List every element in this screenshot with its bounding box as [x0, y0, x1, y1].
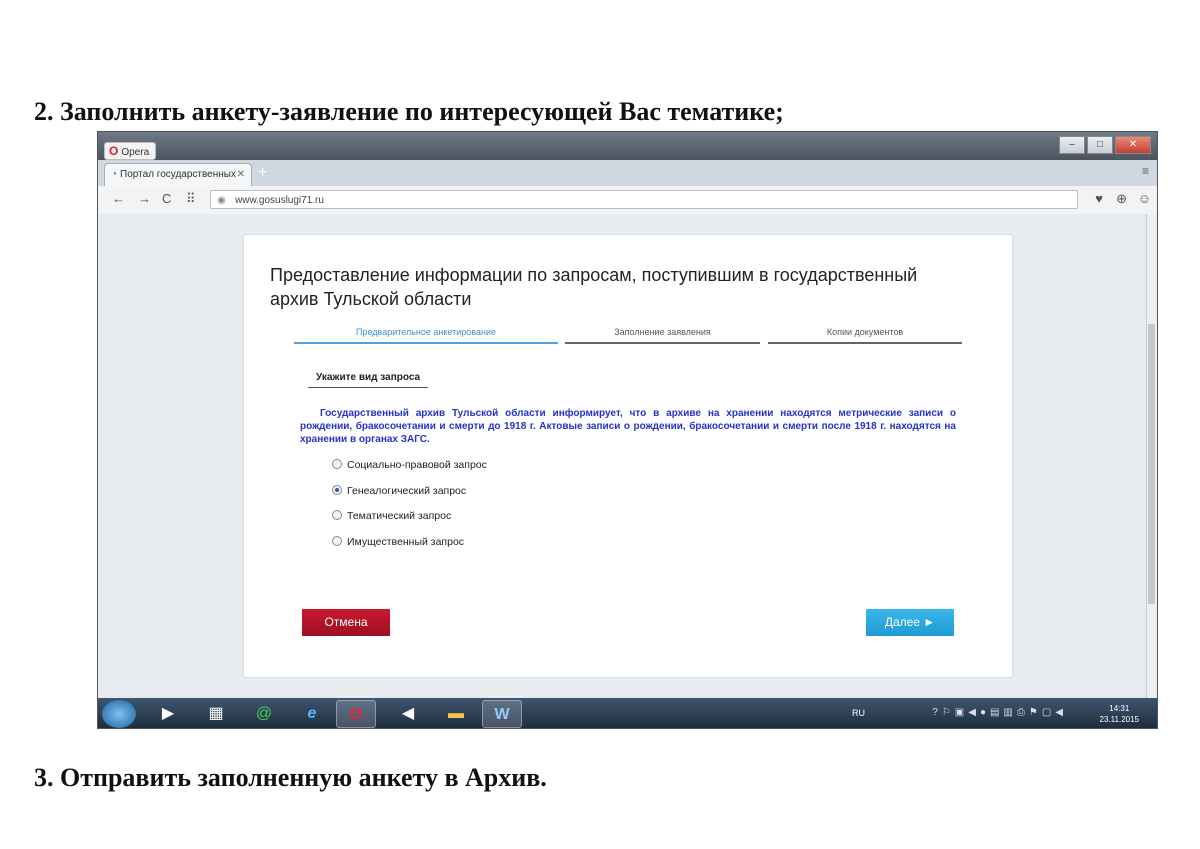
- internet-explorer-icon[interactable]: e: [292, 700, 332, 728]
- request-type-group: Социально-правовой запрос Генеалогически…: [332, 458, 487, 560]
- radio-button[interactable]: [332, 510, 342, 520]
- close-icon[interactable]: ✕: [1115, 136, 1151, 154]
- opera-taskbar-icon[interactable]: O: [336, 700, 376, 728]
- browser-screenshot: O Opera – □ ✕ ◔ Портал государственных ✕ +…: [97, 131, 1158, 729]
- url-input[interactable]: ◉ www.gosuslugi71.ru: [210, 190, 1078, 209]
- start-button-icon[interactable]: [102, 700, 136, 728]
- bookmark-heart-icon[interactable]: ♥: [1095, 191, 1103, 206]
- opera-label: Opera: [121, 147, 150, 158]
- tab-close-icon[interactable]: ✕: [237, 164, 245, 186]
- radio-button[interactable]: [332, 459, 342, 469]
- step3-heading: 3. Отправить заполненную анкету в Архив.: [34, 763, 547, 792]
- clock[interactable]: 14:31 23.11.2015: [1100, 703, 1139, 725]
- opera-logo-icon: O: [109, 144, 119, 158]
- opera-menu-button[interactable]: O Opera: [104, 142, 157, 160]
- tray-icons[interactable]: ?⚐▣◀●▤▥⎙⚑▢◀: [932, 707, 1067, 718]
- form-title: Предоставление информации по запросам, п…: [270, 265, 918, 309]
- section-label: Укажите вид запроса: [308, 372, 429, 388]
- radio-label: Имущественный запрос: [347, 535, 465, 548]
- download-icon[interactable]: ⊕: [1116, 191, 1127, 207]
- speed-dial-icon[interactable]: ⠿: [186, 191, 196, 207]
- page-viewport: Предоставление информации по запросам, п…: [98, 214, 1148, 698]
- maximize-icon[interactable]: □: [1087, 136, 1113, 154]
- radio-label: Социально-правовой запрос: [347, 459, 487, 471]
- radio-label: Генеалогический запрос: [347, 484, 467, 497]
- word-icon[interactable]: W: [482, 700, 522, 728]
- back-icon[interactable]: ←: [112, 191, 125, 206]
- address-bar: ← → C ⠿ ◉ www.gosuslugi71.ru ♥ ⊕ ☺: [98, 186, 1157, 215]
- cancel-button[interactable]: Отмена: [302, 609, 390, 636]
- radio-option-genealogical[interactable]: Генеалогический запрос: [332, 484, 487, 510]
- window-controls: – □ ✕: [1059, 136, 1151, 154]
- language-indicator[interactable]: RU: [852, 708, 865, 718]
- radio-button[interactable]: [332, 535, 342, 546]
- page-scrollbar[interactable]: [1146, 214, 1157, 698]
- reload-icon[interactable]: C: [162, 191, 171, 206]
- info-text: Государственный архив Тульской области и…: [300, 408, 956, 445]
- radio-option-social-legal[interactable]: Социально-правовой запрос: [332, 458, 487, 484]
- step-preliminary[interactable]: Предварительное анкетирование: [294, 327, 558, 344]
- minimize-icon[interactable]: –: [1059, 136, 1085, 154]
- tab-menu-icon[interactable]: ≡: [1142, 164, 1149, 178]
- tab-gosuslugi[interactable]: ◔ Портал государственных ✕: [104, 163, 252, 186]
- speaker-app-icon[interactable]: ◀: [388, 700, 428, 728]
- media-player-icon[interactable]: ▶: [148, 700, 188, 728]
- tab-title: Портал государственных: [120, 169, 236, 180]
- form-card: Предоставление информации по запросам, п…: [243, 234, 1013, 678]
- mail-agent-icon[interactable]: @: [244, 700, 284, 728]
- radio-button-checked[interactable]: [332, 484, 342, 495]
- step-application[interactable]: Заполнение заявления: [565, 327, 760, 344]
- globe-icon: ◉: [217, 195, 226, 206]
- window-titlebar: O Opera – □ ✕: [98, 132, 1157, 160]
- step2-heading: 2. Заполнить анкету-заявление по интерес…: [34, 97, 784, 126]
- account-icon[interactable]: ☺: [1138, 191, 1151, 206]
- tab-bar: ◔ Портал государственных ✕ + ≡: [98, 160, 1157, 186]
- radio-label: Тематический запрос: [347, 510, 452, 522]
- clock-time: 14:31: [1109, 704, 1130, 713]
- clock-date: 23.11.2015: [1099, 715, 1139, 724]
- next-button[interactable]: Далее ►: [866, 609, 954, 636]
- calculator-icon[interactable]: ▦: [196, 700, 236, 728]
- scrollbar-thumb[interactable]: [1148, 324, 1155, 604]
- steps-nav: Предварительное анкетирование Заполнение…: [294, 327, 962, 344]
- site-favicon-icon: ◔: [111, 169, 118, 180]
- step-documents[interactable]: Копии документов: [768, 327, 962, 344]
- explorer-folder-icon[interactable]: ▬: [436, 700, 476, 728]
- forward-icon[interactable]: →: [138, 191, 151, 206]
- radio-option-thematic[interactable]: Тематический запрос: [332, 509, 487, 535]
- radio-option-property[interactable]: Имущественный запрос: [332, 535, 487, 561]
- url-text: www.gosuslugi71.ru: [235, 195, 324, 206]
- new-tab-icon[interactable]: +: [258, 164, 267, 182]
- windows-taskbar: ▶ ▦ @ e O ◀ ▬ W RU ?⚐▣◀●▤▥⎙⚑▢◀ 14:31 23.1…: [98, 698, 1157, 728]
